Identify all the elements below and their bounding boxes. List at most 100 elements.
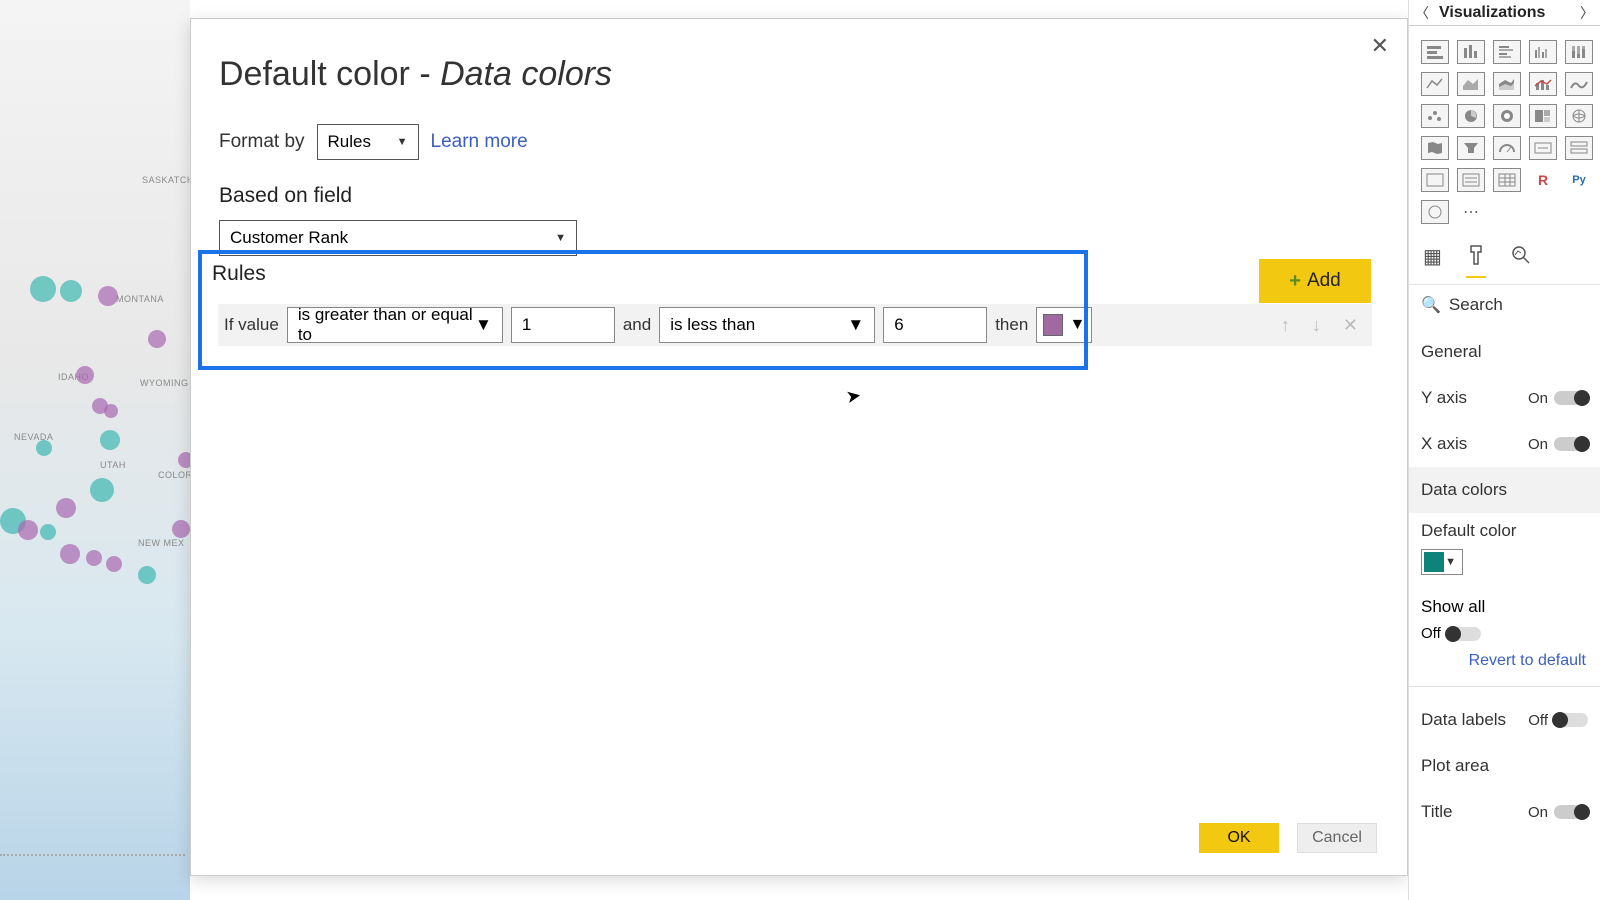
format-by-value: Rules [328, 132, 371, 152]
map-state-label: COLOR [158, 470, 193, 480]
close-icon[interactable]: ✕ [1371, 33, 1389, 59]
viz-gauge-icon[interactable] [1493, 136, 1521, 160]
viz-stacked-area-icon[interactable] [1493, 72, 1521, 96]
map-background: SASKATCH MONTANA IDAHO WYOMING NEVADA UT… [0, 0, 190, 900]
fields-tab-icon[interactable]: ▦ [1423, 244, 1442, 278]
viz-slicer-icon[interactable] [1457, 168, 1485, 192]
move-down-icon[interactable]: ↓ [1312, 315, 1321, 336]
map-bubble [30, 276, 56, 302]
learn-more-link[interactable]: Learn more [431, 131, 528, 153]
add-label: Add [1307, 270, 1341, 292]
format-plot-area[interactable]: Plot area [1421, 743, 1588, 789]
format-data-colors[interactable]: Data colors [1409, 467, 1600, 513]
map-bubble [90, 478, 114, 502]
format-y-axis[interactable]: Y axis On [1421, 375, 1588, 421]
title-prefix: Default color - [219, 55, 440, 93]
viz-ribbon-icon[interactable] [1565, 72, 1593, 96]
color-swatch [1424, 552, 1444, 572]
map-bubble [60, 280, 82, 302]
y-axis-toggle[interactable]: On [1528, 390, 1588, 407]
map-bubble [138, 566, 156, 584]
viz-table-icon[interactable] [1493, 168, 1521, 192]
viz-stacked-column-icon[interactable] [1457, 40, 1485, 64]
format-search[interactable]: 🔍 Search [1409, 285, 1600, 325]
map-state-label: WYOMING [140, 378, 189, 388]
search-icon: 🔍 [1421, 295, 1441, 315]
default-color-label: Default color [1421, 521, 1516, 540]
show-all-label: Show all [1421, 597, 1485, 616]
format-title-label: Title [1421, 802, 1453, 822]
default-color-picker[interactable]: ▼ [1421, 549, 1463, 575]
revert-to-default-link[interactable]: Revert to default [1409, 642, 1600, 680]
map-bubble [76, 366, 94, 384]
map-bubble [36, 440, 52, 456]
viz-filled-map-icon[interactable] [1421, 136, 1449, 160]
format-x-axis[interactable]: X axis On [1421, 421, 1588, 467]
based-on-field-label: Based on field [219, 184, 1379, 208]
viz-python-icon[interactable]: Py [1565, 168, 1593, 192]
map-bubble [104, 404, 118, 418]
format-tab-icon[interactable] [1466, 244, 1486, 278]
delete-rule-icon[interactable]: ✕ [1343, 315, 1358, 336]
format-plot-area-label: Plot area [1421, 756, 1489, 776]
chevron-right-icon[interactable]: 〉 [1574, 3, 1600, 23]
viz-line-column-icon[interactable] [1529, 72, 1557, 96]
plus-icon: + [1289, 270, 1301, 293]
format-default-color: Default color ▼ [1409, 513, 1600, 587]
chevron-left-icon[interactable]: 〈 [1409, 3, 1435, 23]
map-bubble [172, 520, 190, 538]
viz-treemap-icon[interactable] [1529, 104, 1557, 128]
viz-map-icon[interactable] [1565, 104, 1593, 128]
viz-card-icon[interactable] [1529, 136, 1557, 160]
map-bubble [40, 524, 56, 540]
viz-r-script-icon[interactable]: R [1529, 168, 1557, 192]
viz-clustered-column-icon[interactable] [1529, 40, 1557, 64]
add-rule-button[interactable]: + Add [1259, 259, 1371, 303]
rules-highlight-box: Rules [208, 250, 1088, 370]
map-bubble [106, 556, 122, 572]
move-up-icon[interactable]: ↑ [1281, 315, 1290, 336]
format-by-select[interactable]: Rules ▼ [317, 124, 419, 160]
dialog-title: Default color - Data colors [219, 55, 1379, 94]
viz-pie-icon[interactable] [1457, 104, 1485, 128]
data-labels-toggle[interactable]: Off [1528, 712, 1588, 729]
ok-button[interactable]: OK [1199, 823, 1279, 853]
viz-more-icon[interactable]: ⋯ [1457, 200, 1485, 224]
title-toggle[interactable]: On [1528, 804, 1588, 821]
format-title[interactable]: Title On [1421, 789, 1588, 835]
cancel-button[interactable]: Cancel [1297, 823, 1377, 853]
map-bubble [56, 498, 76, 518]
viz-clustered-bar-icon[interactable] [1493, 40, 1521, 64]
viz-funnel-icon[interactable] [1457, 136, 1485, 160]
format-show-all: Show all Off [1409, 587, 1600, 642]
title-subtitle: Data colors [440, 55, 612, 93]
conditional-formatting-dialog: ✕ Default color - Data colors Format by … [190, 18, 1408, 876]
map-bubble [148, 330, 166, 348]
chevron-down-icon: ▼ [397, 136, 408, 148]
analytics-tab-icon[interactable] [1510, 244, 1532, 278]
divider [1409, 686, 1600, 687]
viz-line-icon[interactable] [1421, 72, 1449, 96]
visualizations-title: Visualizations [1435, 4, 1545, 22]
format-general[interactable]: General [1421, 329, 1588, 375]
chevron-down-icon: ▼ [555, 232, 566, 244]
viz-multirow-card-icon[interactable] [1565, 136, 1593, 160]
x-axis-toggle[interactable]: On [1528, 436, 1588, 453]
visualization-type-grid: R Py ⋯ [1409, 26, 1600, 236]
map-bubble [60, 544, 80, 564]
format-general-label: General [1421, 342, 1481, 362]
rules-heading: Rules [212, 262, 1074, 286]
format-by-label: Format by [219, 131, 305, 153]
viz-custom-icon[interactable] [1421, 200, 1449, 224]
format-data-labels[interactable]: Data labels Off [1421, 697, 1588, 743]
viz-donut-icon[interactable] [1493, 104, 1521, 128]
based-on-field-value: Customer Rank [230, 228, 348, 248]
viz-kpi-icon[interactable] [1421, 168, 1449, 192]
map-bubble [98, 286, 118, 306]
viz-scatter-icon[interactable] [1421, 104, 1449, 128]
viz-stacked-bar-icon[interactable] [1421, 40, 1449, 64]
viz-area-icon[interactable] [1457, 72, 1485, 96]
viz-100-stacked-icon[interactable] [1565, 40, 1593, 64]
show-all-toggle[interactable]: Off [1421, 625, 1588, 642]
format-y-axis-label: Y axis [1421, 388, 1467, 408]
